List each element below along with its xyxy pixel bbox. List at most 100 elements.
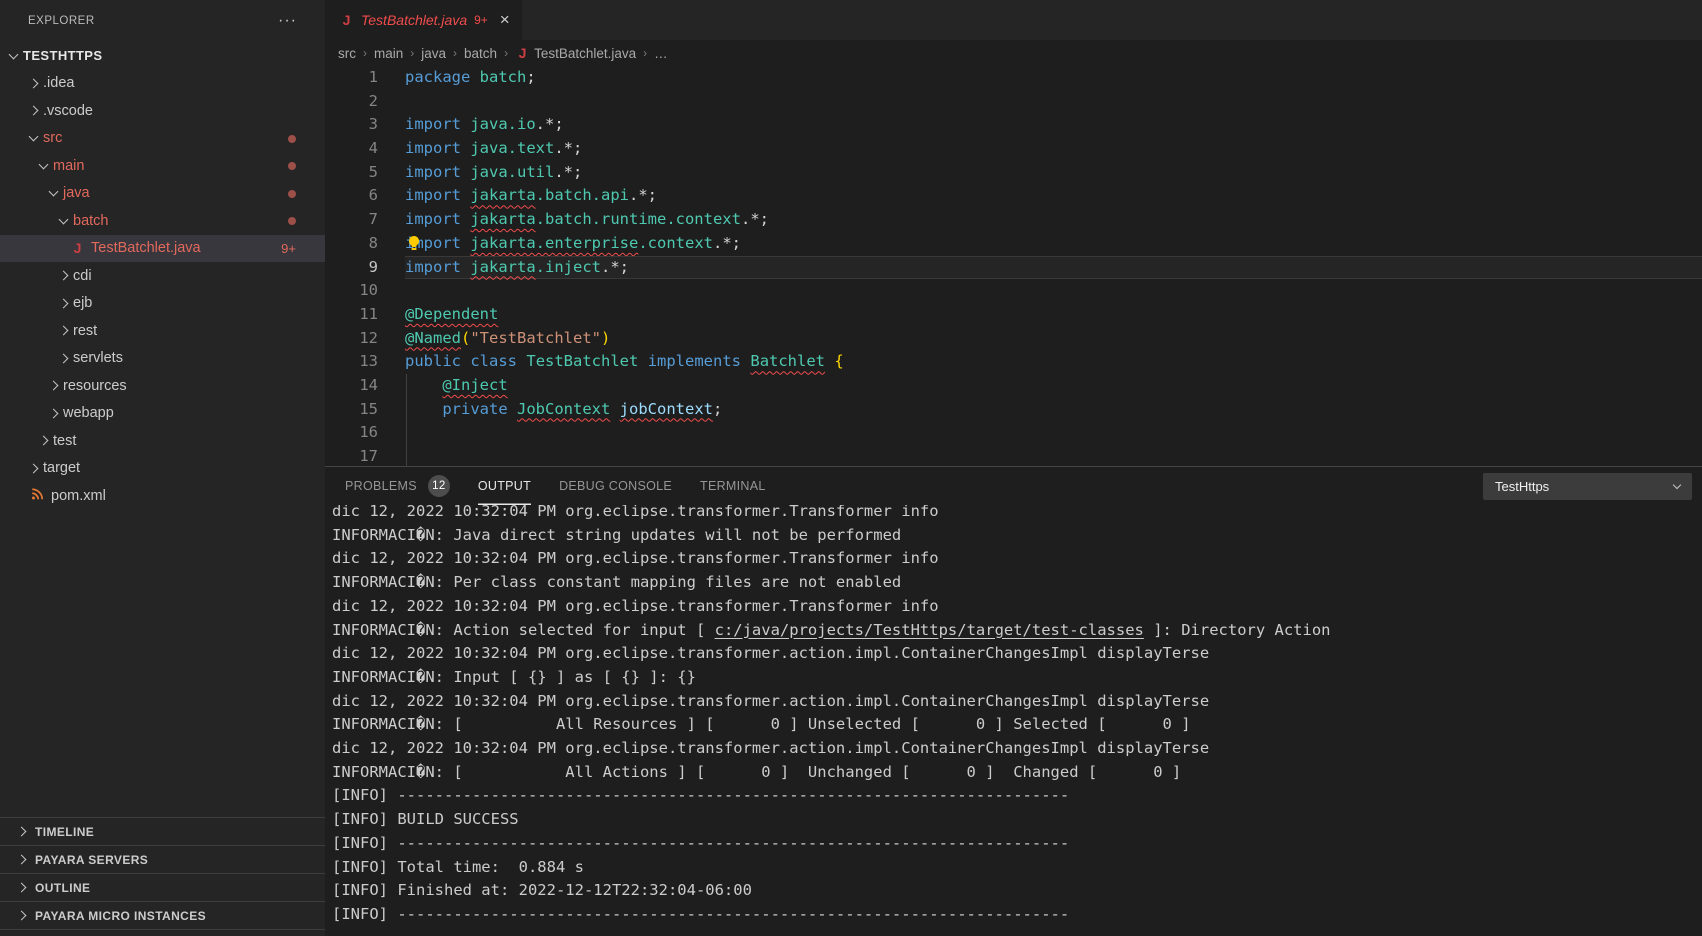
panel-tab-debug-console[interactable]: DEBUG CONSOLE bbox=[559, 467, 672, 505]
code-token: .*; bbox=[741, 210, 769, 228]
breadcrumb-item[interactable]: TestBatchlet.java bbox=[534, 46, 636, 61]
tree-item-label: servlets bbox=[73, 350, 123, 366]
breadcrumb-item[interactable]: java bbox=[421, 46, 446, 61]
output-line: [INFO] ---------------------------------… bbox=[332, 832, 1702, 856]
panel-tab-label: PROBLEMS bbox=[345, 479, 417, 493]
code-line-5[interactable]: 5import java.util.*; bbox=[325, 161, 1702, 185]
code-line-15[interactable]: 15 private JobContext jobContext; bbox=[325, 398, 1702, 422]
tree-item-testbatchlet-java[interactable]: JTestBatchlet.java9+ bbox=[0, 235, 325, 263]
panel-tab-label: DEBUG CONSOLE bbox=[559, 479, 672, 493]
tree-item-cdi[interactable]: cdi bbox=[0, 262, 325, 290]
vscode-window: EXPLORER ··· TESTHTTPS.idea.vscodesrcmai… bbox=[0, 0, 1702, 936]
chevron-right-icon bbox=[59, 271, 69, 281]
breadcrumb-item[interactable]: batch bbox=[464, 46, 497, 61]
code-editor[interactable]: 1package batch;23import java.io.*;4impor… bbox=[325, 66, 1702, 466]
chevron-down-icon bbox=[39, 159, 49, 169]
code-token bbox=[610, 400, 619, 418]
panel-tab-terminal[interactable]: TERMINAL bbox=[700, 467, 766, 505]
line-number: 14 bbox=[325, 374, 405, 398]
output-text: INFORMACI�N: Java direct string updates … bbox=[332, 526, 901, 544]
tree-item-target[interactable]: target bbox=[0, 455, 325, 483]
panel-tab-problems[interactable]: PROBLEMS12 bbox=[345, 467, 450, 505]
breadcrumb-item[interactable]: src bbox=[338, 46, 356, 61]
code-token: import bbox=[405, 210, 461, 228]
code-line-14[interactable]: 14 @Inject bbox=[325, 374, 1702, 398]
output-line: [INFO] Total time: 0.884 s bbox=[332, 856, 1702, 880]
output-line: dic 12, 2022 10:32:04 PM org.eclipse.tra… bbox=[332, 642, 1702, 666]
tree-item-webapp[interactable]: webapp bbox=[0, 400, 325, 428]
output-text: dic 12, 2022 10:32:04 PM org.eclipse.tra… bbox=[332, 597, 939, 615]
tree-item-batch[interactable]: batch bbox=[0, 207, 325, 235]
tree-item-label: src bbox=[43, 130, 62, 146]
tree-item-label: .idea bbox=[43, 75, 74, 91]
code-token: @Named bbox=[405, 329, 461, 347]
code-line-9[interactable]: 9import jakarta.inject.*; bbox=[325, 256, 1702, 280]
output-text: [INFO] ---------------------------------… bbox=[332, 834, 1069, 852]
code-token: jakarta bbox=[470, 186, 535, 204]
more-actions-icon[interactable]: ··· bbox=[278, 16, 297, 26]
tree-item-servlets[interactable]: servlets bbox=[0, 345, 325, 373]
tree-item-label: pom.xml bbox=[51, 488, 106, 504]
output-log[interactable]: dic 12, 2022 10:32:04 PM org.eclipse.tra… bbox=[325, 505, 1702, 936]
section-payara-servers[interactable]: PAYARA SERVERS bbox=[0, 845, 325, 873]
tree-item-rest[interactable]: rest bbox=[0, 317, 325, 345]
code-line-6[interactable]: 6import jakarta.batch.api.*; bbox=[325, 184, 1702, 208]
section-payara-micro-instances[interactable]: PAYARA MICRO INSTANCES bbox=[0, 901, 325, 929]
code-line-17[interactable]: 17 bbox=[325, 445, 1702, 466]
chevron-right-icon bbox=[49, 381, 59, 391]
code-line-12[interactable]: 12@Named("TestBatchlet") bbox=[325, 327, 1702, 351]
code-line-11[interactable]: 11@Dependent bbox=[325, 303, 1702, 327]
tree-item--vscode[interactable]: .vscode bbox=[0, 97, 325, 125]
code-token: import bbox=[405, 139, 461, 157]
code-line-content: package batch; bbox=[405, 66, 1702, 90]
section-timeline[interactable]: TIMELINE bbox=[0, 817, 325, 845]
code-token bbox=[461, 258, 470, 276]
tree-item-resources[interactable]: resources bbox=[0, 372, 325, 400]
line-number: 6 bbox=[325, 184, 405, 208]
panel-tab-output[interactable]: OUTPUT bbox=[478, 467, 531, 505]
line-number: 17 bbox=[325, 445, 405, 466]
breadcrumb-item[interactable]: … bbox=[654, 46, 668, 61]
tree-item-test[interactable]: test bbox=[0, 427, 325, 455]
tree-item-pom-xml[interactable]: pom.xml bbox=[0, 482, 325, 510]
tree-item-java[interactable]: java bbox=[0, 180, 325, 208]
tree-item-label: main bbox=[53, 158, 84, 174]
code-token: ) bbox=[601, 329, 610, 347]
tree-item--idea[interactable]: .idea bbox=[0, 70, 325, 98]
code-line-2[interactable]: 2 bbox=[325, 90, 1702, 114]
output-text: dic 12, 2022 10:32:04 PM org.eclipse.tra… bbox=[332, 739, 1209, 757]
tree-item-src[interactable]: src bbox=[0, 125, 325, 153]
code-line-4[interactable]: 4import java.text.*; bbox=[325, 137, 1702, 161]
file-path-link[interactable]: c:/java/projects/TestHttps/target/test-c… bbox=[715, 621, 1144, 639]
line-number: 3 bbox=[325, 113, 405, 137]
java-file-icon: J bbox=[339, 12, 354, 28]
bottom-panel: PROBLEMS12 OUTPUT DEBUG CONSOLE TERMINAL Te… bbox=[325, 466, 1702, 936]
close-icon[interactable]: × bbox=[500, 13, 510, 27]
tree-item-main[interactable]: main bbox=[0, 152, 325, 180]
section-divider bbox=[0, 929, 325, 936]
code-line-content: import java.util.*; bbox=[405, 161, 1702, 185]
code-token: import bbox=[405, 163, 461, 181]
panel-tab-label: TERMINAL bbox=[700, 479, 766, 493]
code-line-13[interactable]: 13public class TestBatchlet implements B… bbox=[325, 350, 1702, 374]
code-token: ; bbox=[713, 400, 722, 418]
tree-item-ejb[interactable]: ejb bbox=[0, 290, 325, 318]
tab-testbatchlet[interactable]: J TestBatchlet.java 9+ × bbox=[325, 0, 522, 40]
output-channel-select[interactable]: TestHttps bbox=[1483, 473, 1692, 500]
chevron-down-icon bbox=[49, 187, 59, 197]
breadcrumb-item[interactable]: main bbox=[374, 46, 403, 61]
output-line: INFORMACI�N: [ All Resources ] [ 0 ] Uns… bbox=[332, 713, 1702, 737]
section-outline[interactable]: OUTLINE bbox=[0, 873, 325, 901]
code-token: .batch.api bbox=[536, 186, 629, 204]
code-token bbox=[741, 352, 750, 370]
modified-dot-badge bbox=[288, 190, 296, 198]
tree-item-testhttps[interactable]: TESTHTTPS bbox=[0, 42, 325, 70]
code-token: jobContext bbox=[620, 400, 713, 418]
code-line-1[interactable]: 1package batch; bbox=[325, 66, 1702, 90]
code-line-16[interactable]: 16 bbox=[325, 421, 1702, 445]
code-line-8[interactable]: 8import jakarta.enterprise.context.*; bbox=[325, 232, 1702, 256]
code-line-3[interactable]: 3import java.io.*; bbox=[325, 113, 1702, 137]
code-line-10[interactable]: 10 bbox=[325, 279, 1702, 303]
code-token: JobContext bbox=[517, 400, 610, 418]
code-line-7[interactable]: 7import jakarta.batch.runtime.context.*; bbox=[325, 208, 1702, 232]
